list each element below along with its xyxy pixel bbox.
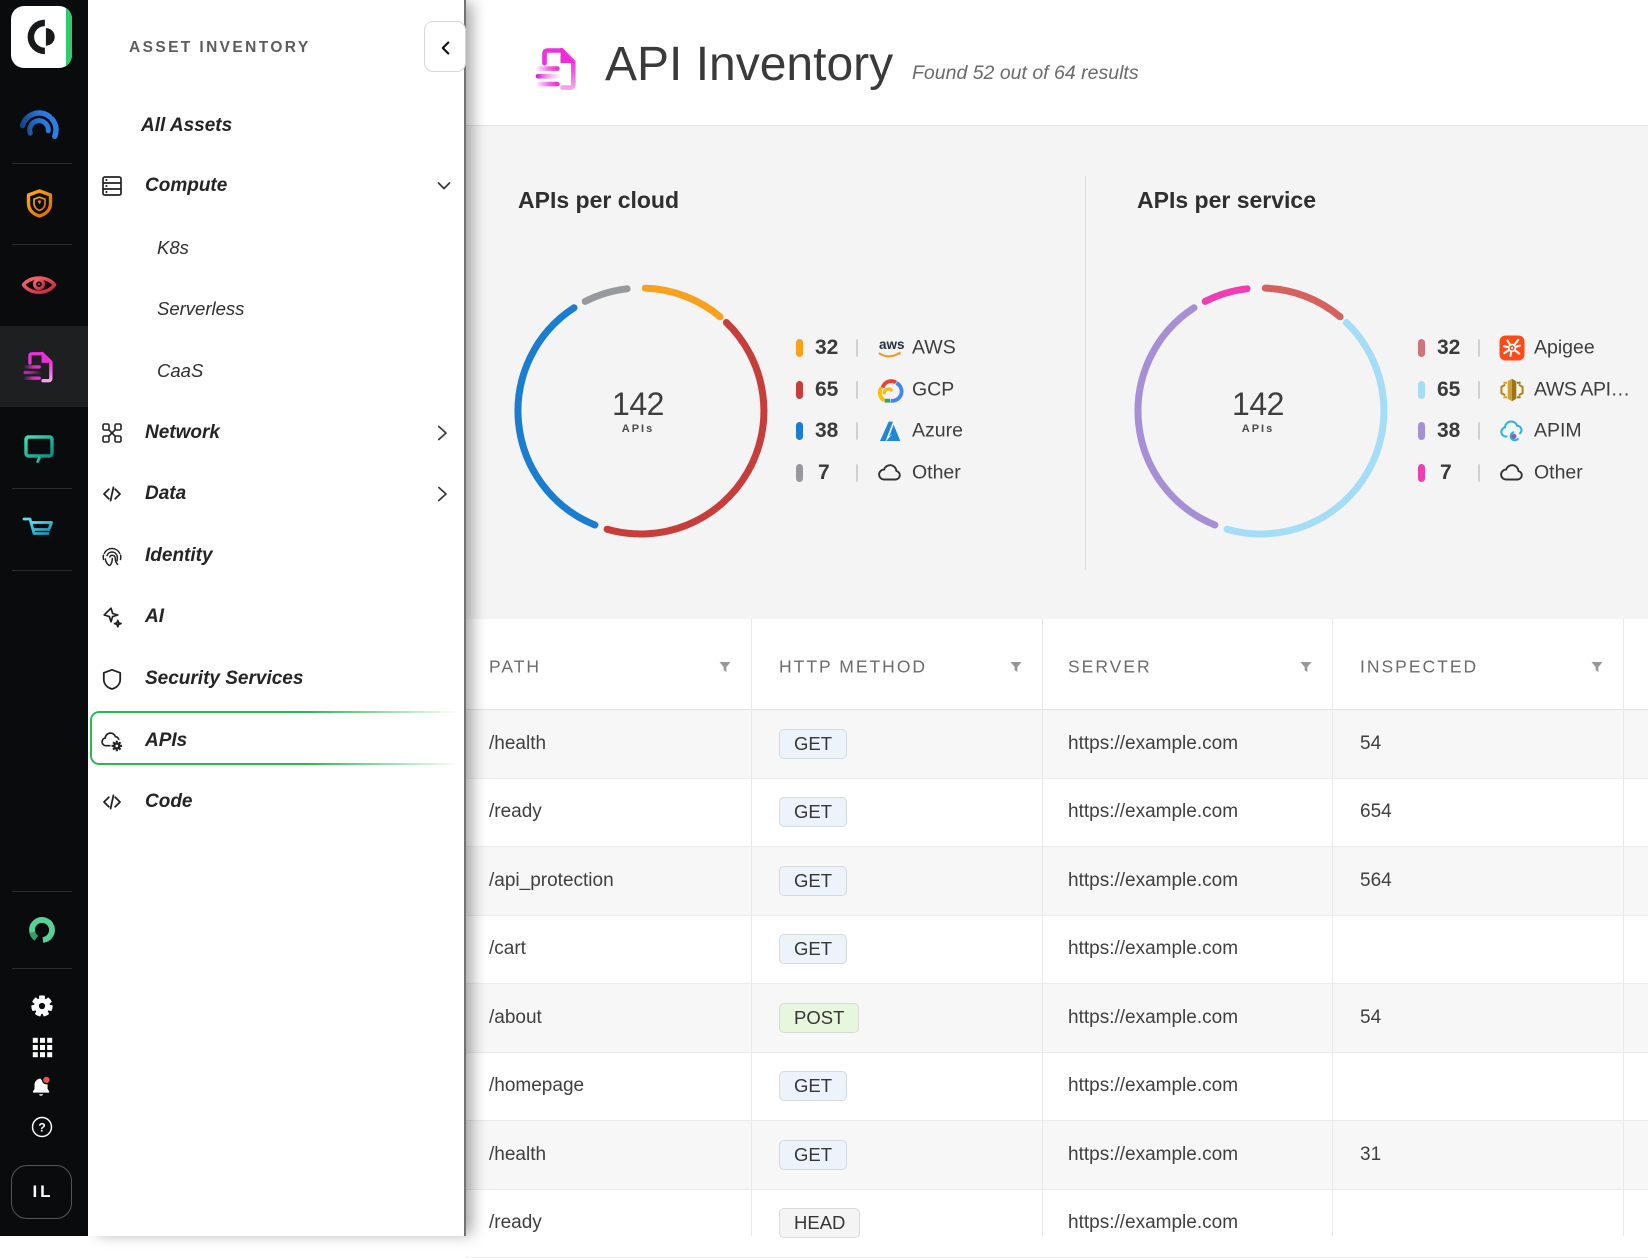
svg-text:?: ?	[38, 1120, 45, 1134]
svg-text:aws: aws	[879, 337, 904, 352]
